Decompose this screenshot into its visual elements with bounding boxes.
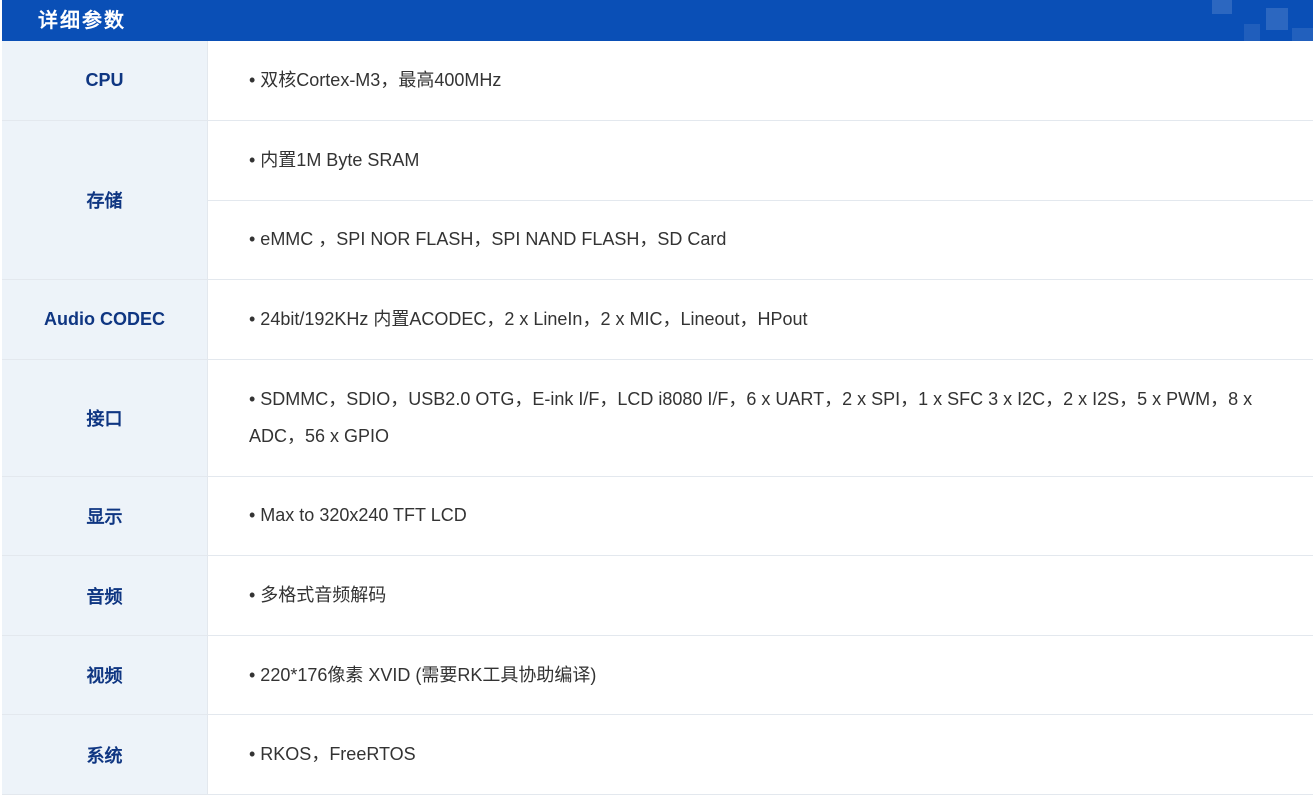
spec-value: • RKOS，FreeRTOS (207, 714, 1313, 795)
spec-label: 系统 (2, 714, 208, 795)
spec-value: • 内置1M Byte SRAM (207, 120, 1313, 201)
section-title: 详细参数 (38, 8, 126, 32)
spec-table: CPU • 双核Cortex-M3，最高400MHz 存储 • 内置1M Byt… (2, 41, 1313, 795)
spec-value: • Max to 320x240 TFT LCD (207, 476, 1313, 557)
section-header: 详细参数 (2, 0, 1313, 41)
spec-value: • 多格式音频解码 (207, 555, 1313, 636)
spec-value: • 24bit/192KHz 内置ACODEC，2 x LineIn，2 x M… (207, 279, 1313, 360)
spec-label: 显示 (2, 476, 208, 557)
spec-row-audio-codec: Audio CODEC • 24bit/192KHz 内置ACODEC，2 x … (2, 279, 1313, 360)
header-decoration (1244, 24, 1260, 41)
spec-label: Audio CODEC (2, 279, 208, 360)
spec-row-storage: 存储 • 内置1M Byte SRAM (2, 120, 1313, 281)
spec-value: • 220*176像素 XVID (需要RK工具协助编译) (207, 635, 1313, 716)
spec-label: 存储 (2, 120, 208, 281)
spec-row-video: 视频 • 220*176像素 XVID (需要RK工具协助编译) (2, 635, 1313, 716)
header-decoration (1266, 8, 1288, 30)
spec-row-cpu: CPU • 双核Cortex-M3，最高400MHz (2, 41, 1313, 122)
header-decoration (1212, 0, 1232, 14)
spec-label: 音频 (2, 555, 208, 636)
spec-value: • eMMC ，SPI NOR FLASH，SPI NAND FLASH，SD … (207, 200, 1313, 281)
spec-row-display: 显示 • Max to 320x240 TFT LCD (2, 476, 1313, 557)
spec-row-audio: 音频 • 多格式音频解码 (2, 555, 1313, 636)
spec-label: CPU (2, 41, 208, 122)
spec-value: • 双核Cortex-M3，最高400MHz (207, 41, 1313, 122)
spec-label: 视频 (2, 635, 208, 716)
spec-row-interface: 接口 • SDMMC，SDIO，USB2.0 OTG，E-ink I/F，LCD… (2, 359, 1313, 477)
spec-label: 接口 (2, 359, 208, 477)
spec-value: • SDMMC，SDIO，USB2.0 OTG，E-ink I/F，LCD i8… (207, 359, 1313, 477)
header-decoration (1292, 28, 1313, 41)
spec-row-system: 系统 • RKOS，FreeRTOS (2, 714, 1313, 795)
